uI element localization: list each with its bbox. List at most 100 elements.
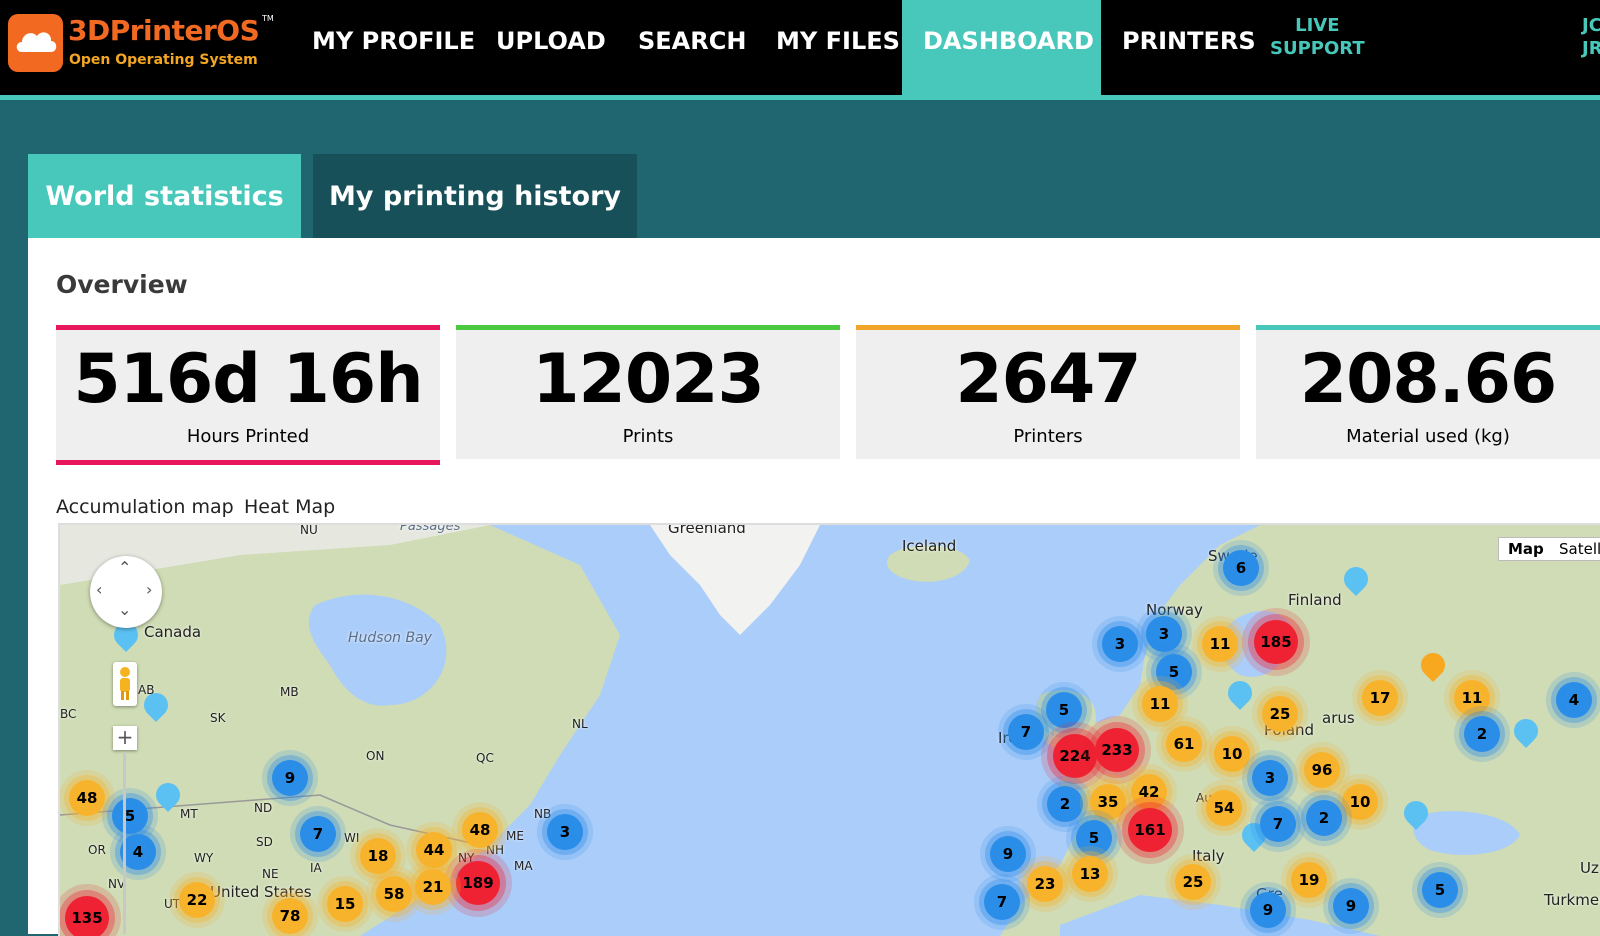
map-cluster[interactable]: 11 bbox=[1202, 626, 1238, 662]
printer-map[interactable]: Greenland Iceland Canada Hudson Bay Pass… bbox=[58, 523, 1600, 936]
map-cluster[interactable]: 10 bbox=[1342, 784, 1378, 820]
zoom-in-button[interactable]: + bbox=[113, 726, 137, 750]
map-cluster[interactable]: 44 bbox=[416, 832, 452, 868]
map-cluster[interactable]: 21 bbox=[415, 869, 451, 905]
map-cluster[interactable]: 185 bbox=[1254, 620, 1298, 664]
nav-upload[interactable]: UPLOAD bbox=[496, 27, 606, 55]
map-cluster[interactable]: 3 bbox=[1146, 616, 1182, 652]
map-cluster[interactable]: 2 bbox=[1464, 716, 1500, 752]
map-cluster[interactable]: 11 bbox=[1142, 686, 1178, 722]
map-cluster[interactable]: 10 bbox=[1214, 736, 1250, 772]
map-cluster[interactable]: 58 bbox=[376, 876, 412, 912]
nav-dashboard[interactable]: DASHBOARD bbox=[923, 27, 1094, 55]
map-tab-heat[interactable]: Heat Map bbox=[244, 496, 335, 518]
label-nl: NL bbox=[572, 717, 588, 731]
map-cluster[interactable]: 9 bbox=[1250, 892, 1286, 928]
label-sk: SK bbox=[210, 711, 226, 725]
stat-value: 208.66 bbox=[1299, 340, 1557, 419]
map-cluster[interactable]: 78 bbox=[272, 898, 308, 934]
map-cluster[interactable]: 11 bbox=[1454, 680, 1490, 716]
zoom-slider-track[interactable] bbox=[123, 752, 126, 934]
logo-title[interactable]: 3DPrinterOS bbox=[68, 14, 260, 47]
map-cluster[interactable]: 2 bbox=[1306, 800, 1342, 836]
map-cluster[interactable]: 22 bbox=[179, 882, 215, 918]
map-cluster[interactable]: 4 bbox=[1556, 682, 1592, 718]
map-cluster[interactable]: 233 bbox=[1095, 728, 1139, 772]
pan-down-icon[interactable]: ⌄ bbox=[118, 600, 131, 619]
nav-my-profile[interactable]: MY PROFILE bbox=[312, 27, 475, 55]
map-cluster[interactable]: 5 bbox=[1156, 654, 1192, 690]
label-mt: MT bbox=[180, 807, 198, 821]
map-cluster[interactable]: 42 bbox=[1131, 774, 1167, 810]
map-cluster[interactable]: 18 bbox=[360, 838, 396, 874]
label-qc: QC bbox=[476, 751, 494, 765]
label-ia: IA bbox=[310, 861, 322, 875]
map-tab-accumulation[interactable]: Accumulation map bbox=[56, 496, 234, 518]
stat-card-prints: 12023 Prints bbox=[456, 325, 840, 459]
map-cluster[interactable]: 9 bbox=[990, 836, 1026, 872]
map-terrain bbox=[60, 525, 1600, 936]
map-cluster[interactable]: 7 bbox=[1008, 714, 1044, 750]
map-cluster[interactable]: 3 bbox=[547, 814, 583, 850]
map-cluster[interactable]: 61 bbox=[1166, 726, 1202, 762]
label-nd: ND bbox=[254, 801, 273, 815]
tab-my-printing-history[interactable]: My printing history bbox=[313, 154, 637, 238]
map-cluster[interactable]: 5 bbox=[1422, 872, 1458, 908]
map-cluster[interactable]: 25 bbox=[1175, 864, 1211, 900]
map-type-map-button[interactable]: Map bbox=[1498, 537, 1554, 561]
pan-left-icon[interactable]: ‹ bbox=[96, 580, 102, 599]
map-cluster[interactable]: 5 bbox=[112, 798, 148, 834]
nav-search[interactable]: SEARCH bbox=[638, 27, 746, 55]
stat-card-material-used: 208.66 Material used (kg) bbox=[1256, 325, 1600, 459]
map-cluster[interactable]: 3 bbox=[1252, 760, 1288, 796]
nav-live-support[interactable]: LIVE SUPPORT bbox=[1270, 14, 1365, 60]
label-hudson-bay: Hudson Bay bbox=[348, 630, 432, 646]
stat-value: 2647 bbox=[955, 340, 1141, 419]
map-cluster[interactable]: 25 bbox=[1262, 696, 1298, 732]
label-or: OR bbox=[88, 843, 106, 857]
map-cluster[interactable]: 7 bbox=[984, 884, 1020, 920]
map-cluster[interactable]: 161 bbox=[1128, 808, 1172, 852]
nav-printers[interactable]: PRINTERS bbox=[1122, 27, 1256, 55]
logo-cloud-icon[interactable] bbox=[8, 14, 63, 72]
map-cluster[interactable]: 135 bbox=[65, 896, 109, 936]
map-cluster[interactable]: 7 bbox=[300, 816, 336, 852]
map-cluster[interactable]: 23 bbox=[1027, 866, 1063, 902]
map-cluster[interactable]: 9 bbox=[1333, 888, 1369, 924]
label-uz: Uz bbox=[1580, 859, 1599, 877]
map-cluster[interactable]: 2 bbox=[1047, 786, 1083, 822]
tab-world-statistics[interactable]: World statistics bbox=[28, 154, 301, 238]
map-cluster[interactable]: 48 bbox=[69, 780, 105, 816]
map-cluster[interactable]: 7 bbox=[1260, 806, 1296, 842]
map-cluster[interactable]: 189 bbox=[456, 861, 500, 905]
map-cluster[interactable]: 5 bbox=[1046, 692, 1082, 728]
map-cluster[interactable]: 35 bbox=[1090, 784, 1126, 820]
map-cluster[interactable]: 224 bbox=[1053, 734, 1097, 778]
map-cluster[interactable]: 96 bbox=[1304, 752, 1340, 788]
map-cluster[interactable]: 3 bbox=[1102, 626, 1138, 662]
nav-user-initials[interactable]: JC JR bbox=[1582, 14, 1600, 60]
pan-right-icon[interactable]: › bbox=[146, 580, 152, 599]
map-cluster[interactable]: 13 bbox=[1072, 856, 1108, 892]
label-mb: MB bbox=[280, 685, 299, 699]
live-support-line2: SUPPORT bbox=[1270, 38, 1365, 59]
map-cluster[interactable]: 17 bbox=[1362, 680, 1398, 716]
label-greenland: Greenland bbox=[668, 523, 746, 537]
stat-value: 12023 bbox=[532, 340, 765, 419]
stat-card-printers: 2647 Printers bbox=[856, 325, 1240, 459]
map-cluster[interactable]: 9 bbox=[272, 760, 308, 796]
label-ma: MA bbox=[514, 859, 533, 873]
overview-title: Overview bbox=[56, 270, 188, 299]
map-cluster[interactable]: 5 bbox=[1076, 820, 1112, 856]
map-cluster[interactable]: 15 bbox=[327, 886, 363, 922]
map-cluster[interactable]: 48 bbox=[462, 812, 498, 848]
map-cluster[interactable]: 54 bbox=[1206, 790, 1242, 826]
street-view-pegman-icon[interactable] bbox=[113, 662, 137, 706]
map-cluster[interactable]: 19 bbox=[1291, 862, 1327, 898]
pan-up-icon[interactable]: ⌃ bbox=[118, 558, 131, 577]
map-type-satellite-button[interactable]: Satell bbox=[1550, 537, 1600, 561]
map-cluster[interactable]: 6 bbox=[1223, 550, 1259, 586]
nav-my-files[interactable]: MY FILES bbox=[776, 27, 900, 55]
map-pan-control[interactable]: ⌃ ‹ › ⌄ bbox=[90, 556, 162, 628]
live-support-line1: LIVE bbox=[1295, 15, 1340, 36]
